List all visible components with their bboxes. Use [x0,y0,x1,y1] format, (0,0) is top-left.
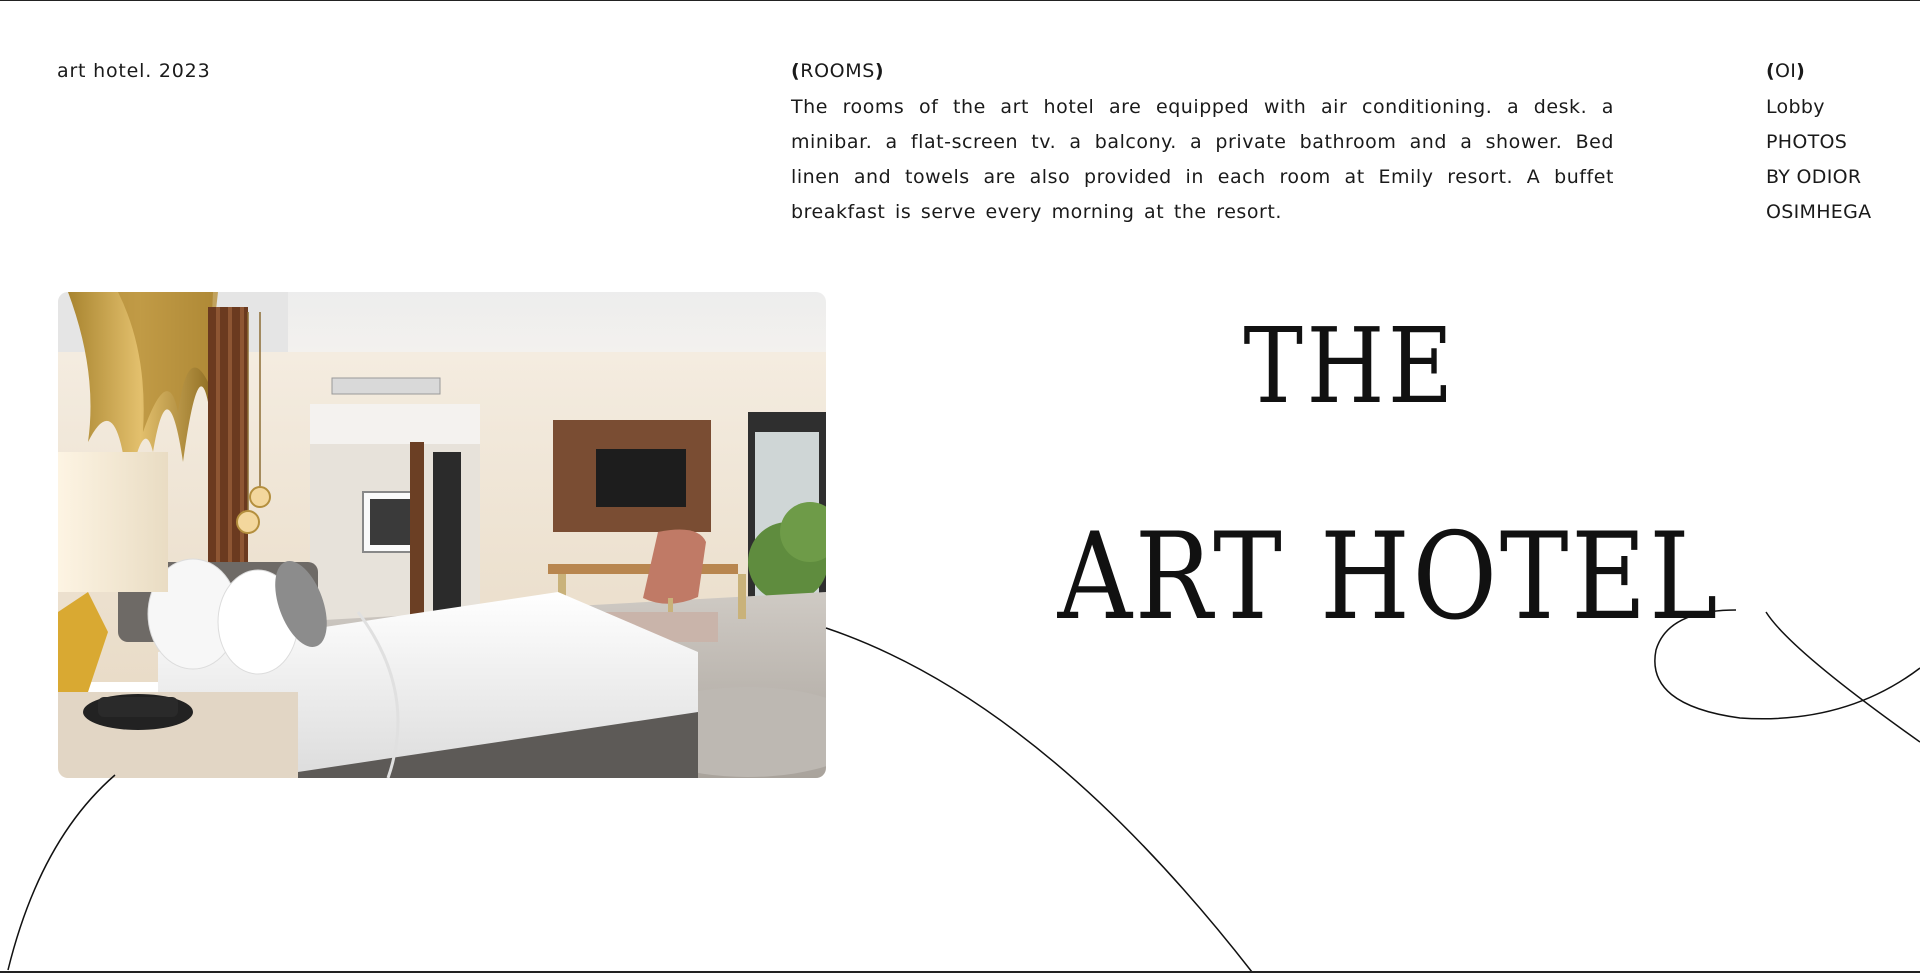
hotel-room-illustration [58,292,826,778]
credits-number: OI [1774,60,1797,82]
rooms-heading: (ROOMS) [791,58,1614,84]
hotel-room-photo [58,292,826,778]
credit-line: PHOTOS [1766,131,1848,153]
top-divider [0,0,1920,1]
credit-line: Lobby [1766,96,1825,118]
credits-open-paren: ( [1766,60,1775,82]
rooms-label: ROOMS [800,60,875,82]
section-number: (OI) [1766,58,1871,84]
rooms-description: The rooms of the art hotel are equipped … [791,96,1614,223]
rooms-section: (ROOMS) The rooms of the art hotel are e… [791,58,1614,230]
photo-credits: (OI) Lobby PHOTOS BY ODIOR OSIMHEGA [1766,58,1871,230]
credit-line: BY ODIOR [1766,166,1862,188]
credit-line: OSIMHEGA [1766,201,1872,223]
left-arc [7,774,116,971]
rooms-close-paren: ) [874,60,885,82]
credits-close-paren: ) [1796,60,1806,82]
hero-title-line-2: ART HOTEL [1057,508,1721,647]
center-arc [825,627,1253,973]
brand-label: art hotel. 2023 [57,60,211,82]
hero-title-line-1: THE [1243,305,1457,427]
ampersand-stroke [1765,611,1920,743]
rooms-open-paren: ( [791,60,801,82]
